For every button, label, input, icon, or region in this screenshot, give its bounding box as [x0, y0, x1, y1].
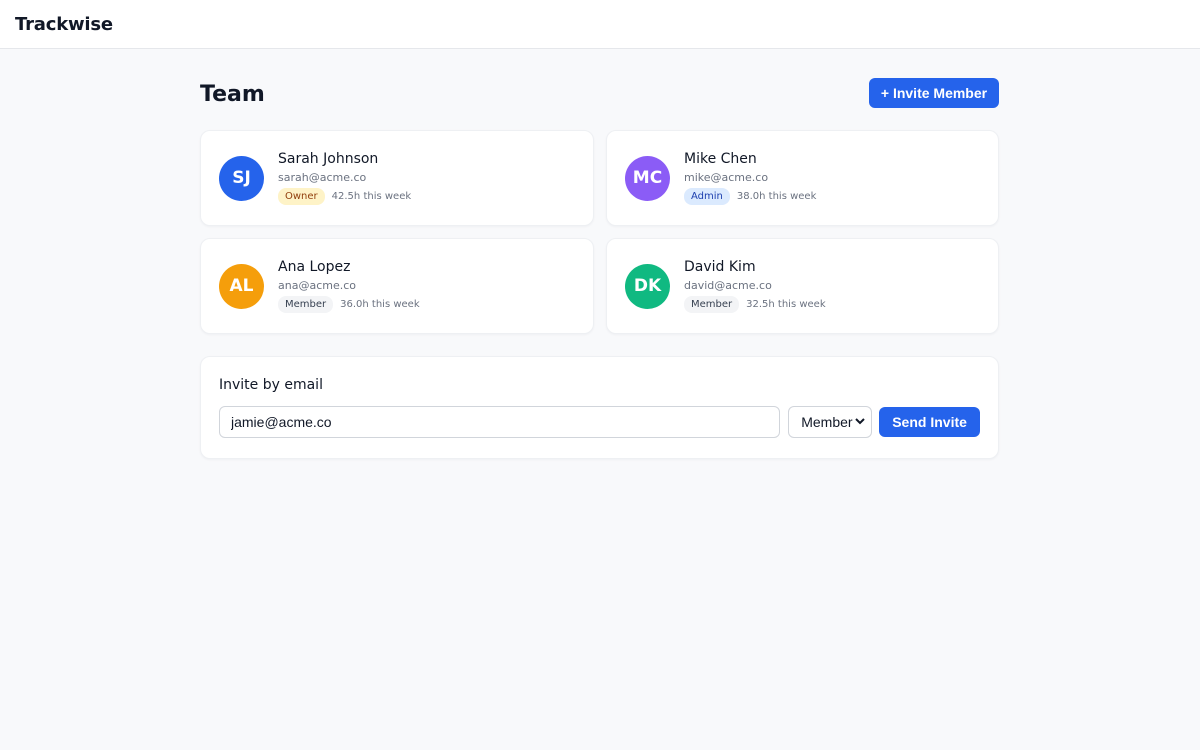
top-bar: Trackwise [0, 0, 1200, 49]
role-badge: Admin [684, 188, 730, 205]
role-badge: Member [278, 296, 334, 313]
member-grid: SJ Sarah Johnson sarah@acme.co Owner 42.… [200, 130, 999, 334]
member-info: Ana Lopez ana@acme.co Member 36.0h this … [278, 259, 420, 313]
member-name: Ana Lopez [278, 259, 351, 275]
weekly-hours: 38.0h this week [736, 191, 817, 202]
member-name: Mike Chen [684, 151, 757, 167]
member-info: Mike Chen mike@acme.co Admin 38.0h this … [684, 151, 816, 205]
member-email: sarah@acme.co [278, 171, 367, 184]
invite-form: Member Send Invite [219, 406, 980, 438]
weekly-hours: 42.5h this week [331, 191, 412, 202]
role-select-value: Member [801, 414, 853, 430]
weekly-hours: 36.0h this week [340, 299, 420, 310]
member-meta: Member 36.0h this week [278, 296, 420, 313]
avatar: DK [625, 263, 670, 309]
member-name: Sarah Johnson [278, 151, 379, 167]
page-title: Team [200, 81, 265, 107]
member-name: David Kim [684, 259, 756, 275]
page-header: Team + Invite Member [200, 78, 999, 108]
member-meta: Owner 42.5h this week [278, 188, 411, 205]
chevron-down-icon [855, 417, 865, 428]
invite-panel: Invite by email Member Send Invite [200, 356, 999, 459]
invite-member-button[interactable]: + Invite Member [869, 78, 999, 108]
member-card[interactable]: AL Ana Lopez ana@acme.co Member 36.0h th… [200, 238, 594, 334]
team-page: Team + Invite Member SJ Sarah Johnson sa… [200, 49, 999, 459]
role-select[interactable]: Member [788, 406, 873, 438]
member-card[interactable]: SJ Sarah Johnson sarah@acme.co Owner 42.… [200, 130, 594, 226]
member-info: David Kim david@acme.co Member 32.5h thi… [684, 259, 826, 313]
avatar: AL [219, 263, 264, 309]
member-card[interactable]: MC Mike Chen mike@acme.co Admin 38.0h th… [606, 130, 999, 226]
weekly-hours: 32.5h this week [746, 299, 826, 310]
member-meta: Member 32.5h this week [684, 296, 826, 313]
member-meta: Admin 38.0h this week [684, 188, 816, 205]
role-badge: Owner [278, 188, 325, 205]
member-email: ana@acme.co [278, 279, 356, 292]
role-badge: Member [684, 296, 740, 313]
member-info: Sarah Johnson sarah@acme.co Owner 42.5h … [278, 151, 411, 205]
invite-title: Invite by email [219, 377, 323, 393]
member-email: david@acme.co [684, 279, 772, 292]
member-card[interactable]: DK David Kim david@acme.co Member 32.5h … [606, 238, 999, 334]
send-invite-button[interactable]: Send Invite [879, 407, 980, 437]
member-email: mike@acme.co [684, 171, 769, 184]
avatar: MC [625, 155, 670, 201]
invite-email-input[interactable] [219, 406, 781, 438]
brand-logo[interactable]: Trackwise [15, 14, 113, 35]
avatar: SJ [219, 155, 264, 201]
